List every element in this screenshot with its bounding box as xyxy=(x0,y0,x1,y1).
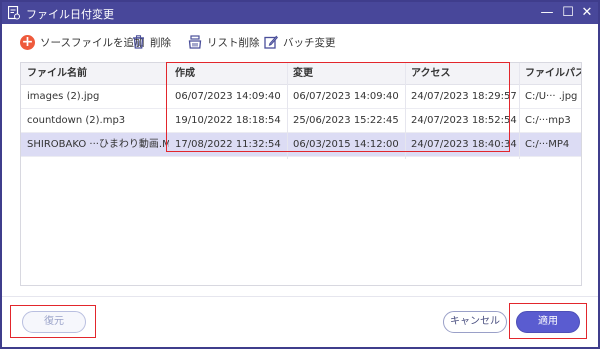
minimize-button[interactable]: — xyxy=(537,4,557,22)
window-title: ファイル日付変更 xyxy=(26,8,114,21)
app-icon xyxy=(8,6,20,20)
trash-icon xyxy=(133,35,144,49)
divider xyxy=(2,296,598,297)
cell-name: countdown (2).mp3 xyxy=(27,115,126,126)
column-header-modified[interactable]: 変更 xyxy=(287,63,405,85)
title-bar: ファイル日付変更 — ☐ ✕ xyxy=(2,2,598,24)
cell-path: C:/···MP4 xyxy=(525,139,570,150)
cell-modified: 25/06/2023 15:22:45 xyxy=(293,115,399,126)
cell-access: 24/07/2023 18:52:54 xyxy=(411,115,517,126)
add-source-file-button[interactable]: + ソースファイルを追加 xyxy=(20,32,144,52)
file-table: ファイル名前 作成 変更 アクセス ファイルパス- images (2).jpg… xyxy=(20,62,582,286)
cell-created: 19/10/2022 18:18:54 xyxy=(175,115,281,126)
edit-icon xyxy=(264,35,278,49)
cancel-button[interactable]: キャンセル xyxy=(443,311,507,333)
column-header-name[interactable]: ファイル名前 xyxy=(21,63,169,85)
column-divider xyxy=(405,63,406,159)
cell-access: 24/07/2023 18:40:34 xyxy=(411,139,517,150)
table-header: ファイル名前 作成 変更 アクセス ファイルパス- xyxy=(21,63,581,85)
add-icon: + xyxy=(20,33,35,50)
delete-label: 削除 xyxy=(150,36,171,49)
cell-modified: 06/03/2015 14:12:00 xyxy=(293,139,399,150)
column-header-path[interactable]: ファイルパス- xyxy=(519,63,581,85)
maximize-button[interactable]: ☐ xyxy=(558,4,578,22)
clear-list-label: リスト削除 xyxy=(207,36,260,49)
restore-button[interactable]: 復元 xyxy=(22,311,86,333)
batch-change-label: バッチ変更 xyxy=(283,36,336,49)
table-row[interactable]: images (2).jpg 06/07/2023 14:09:40 06/07… xyxy=(21,85,581,109)
cell-path: C:/···mp3 xyxy=(525,115,571,126)
table-row-selected[interactable]: SHIROBAKO ···ひまわり動画.MP4 17/08/2022 11:32… xyxy=(21,133,581,157)
batch-change-button[interactable]: バッチ変更 xyxy=(264,32,336,52)
toolbar: + ソースファイルを追加 削除 リスト削除 バッチ変更 xyxy=(2,28,598,56)
column-header-access[interactable]: アクセス xyxy=(405,63,519,85)
delete-button[interactable]: 削除 xyxy=(132,32,171,52)
cell-name: SHIROBAKO ···ひまわり動画.MP4 xyxy=(27,139,169,150)
column-divider xyxy=(519,63,520,159)
column-divider xyxy=(287,63,288,159)
cell-path: C:/U··· .jpg xyxy=(525,91,578,102)
cell-created: 06/07/2023 14:09:40 xyxy=(175,91,281,102)
table-row[interactable]: countdown (2).mp3 19/10/2022 18:18:54 25… xyxy=(21,109,581,133)
cell-modified: 06/07/2023 14:09:40 xyxy=(293,91,399,102)
clear-list-icon xyxy=(188,35,202,49)
apply-button[interactable]: 適用 xyxy=(516,311,580,333)
add-source-file-label: ソースファイルを追加 xyxy=(40,36,145,49)
close-button[interactable]: ✕ xyxy=(577,4,597,22)
cell-name: images (2).jpg xyxy=(27,91,100,102)
cell-created: 17/08/2022 11:32:54 xyxy=(175,139,281,150)
column-header-created[interactable]: 作成 xyxy=(169,63,287,85)
cell-access: 24/07/2023 18:29:57 xyxy=(411,91,517,102)
clear-list-button[interactable]: リスト削除 xyxy=(188,32,260,52)
